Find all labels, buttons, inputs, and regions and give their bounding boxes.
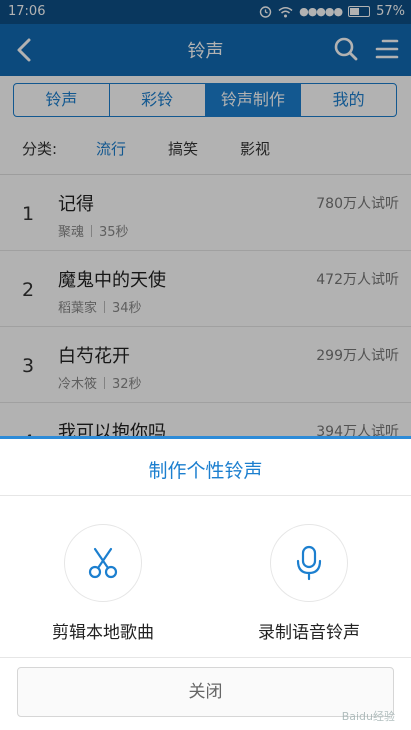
watermark-logo: Baidu经验: [341, 710, 395, 723]
scissors-icon: [88, 547, 118, 579]
divider: [0, 495, 411, 496]
option-label: 录制语音铃声: [258, 623, 360, 643]
option-label: 剪辑本地歌曲: [52, 623, 154, 643]
sheet-title: 制作个性铃声: [148, 460, 263, 482]
clip-local-song-option[interactable]: 剪辑本地歌曲: [23, 524, 183, 643]
bottom-sheet: 制作个性铃声 剪辑本地歌曲 录制语音铃声 关闭 Baidu经验: [0, 436, 411, 730]
divider: [0, 657, 411, 658]
option-circle[interactable]: [270, 524, 348, 602]
close-button[interactable]: 关闭: [17, 667, 394, 717]
option-circle[interactable]: [64, 524, 142, 602]
microphone-icon: [296, 545, 322, 581]
dim-overlay[interactable]: [0, 0, 411, 436]
record-voice-option[interactable]: 录制语音铃声: [229, 524, 389, 643]
sheet-accent-line: [0, 436, 411, 439]
